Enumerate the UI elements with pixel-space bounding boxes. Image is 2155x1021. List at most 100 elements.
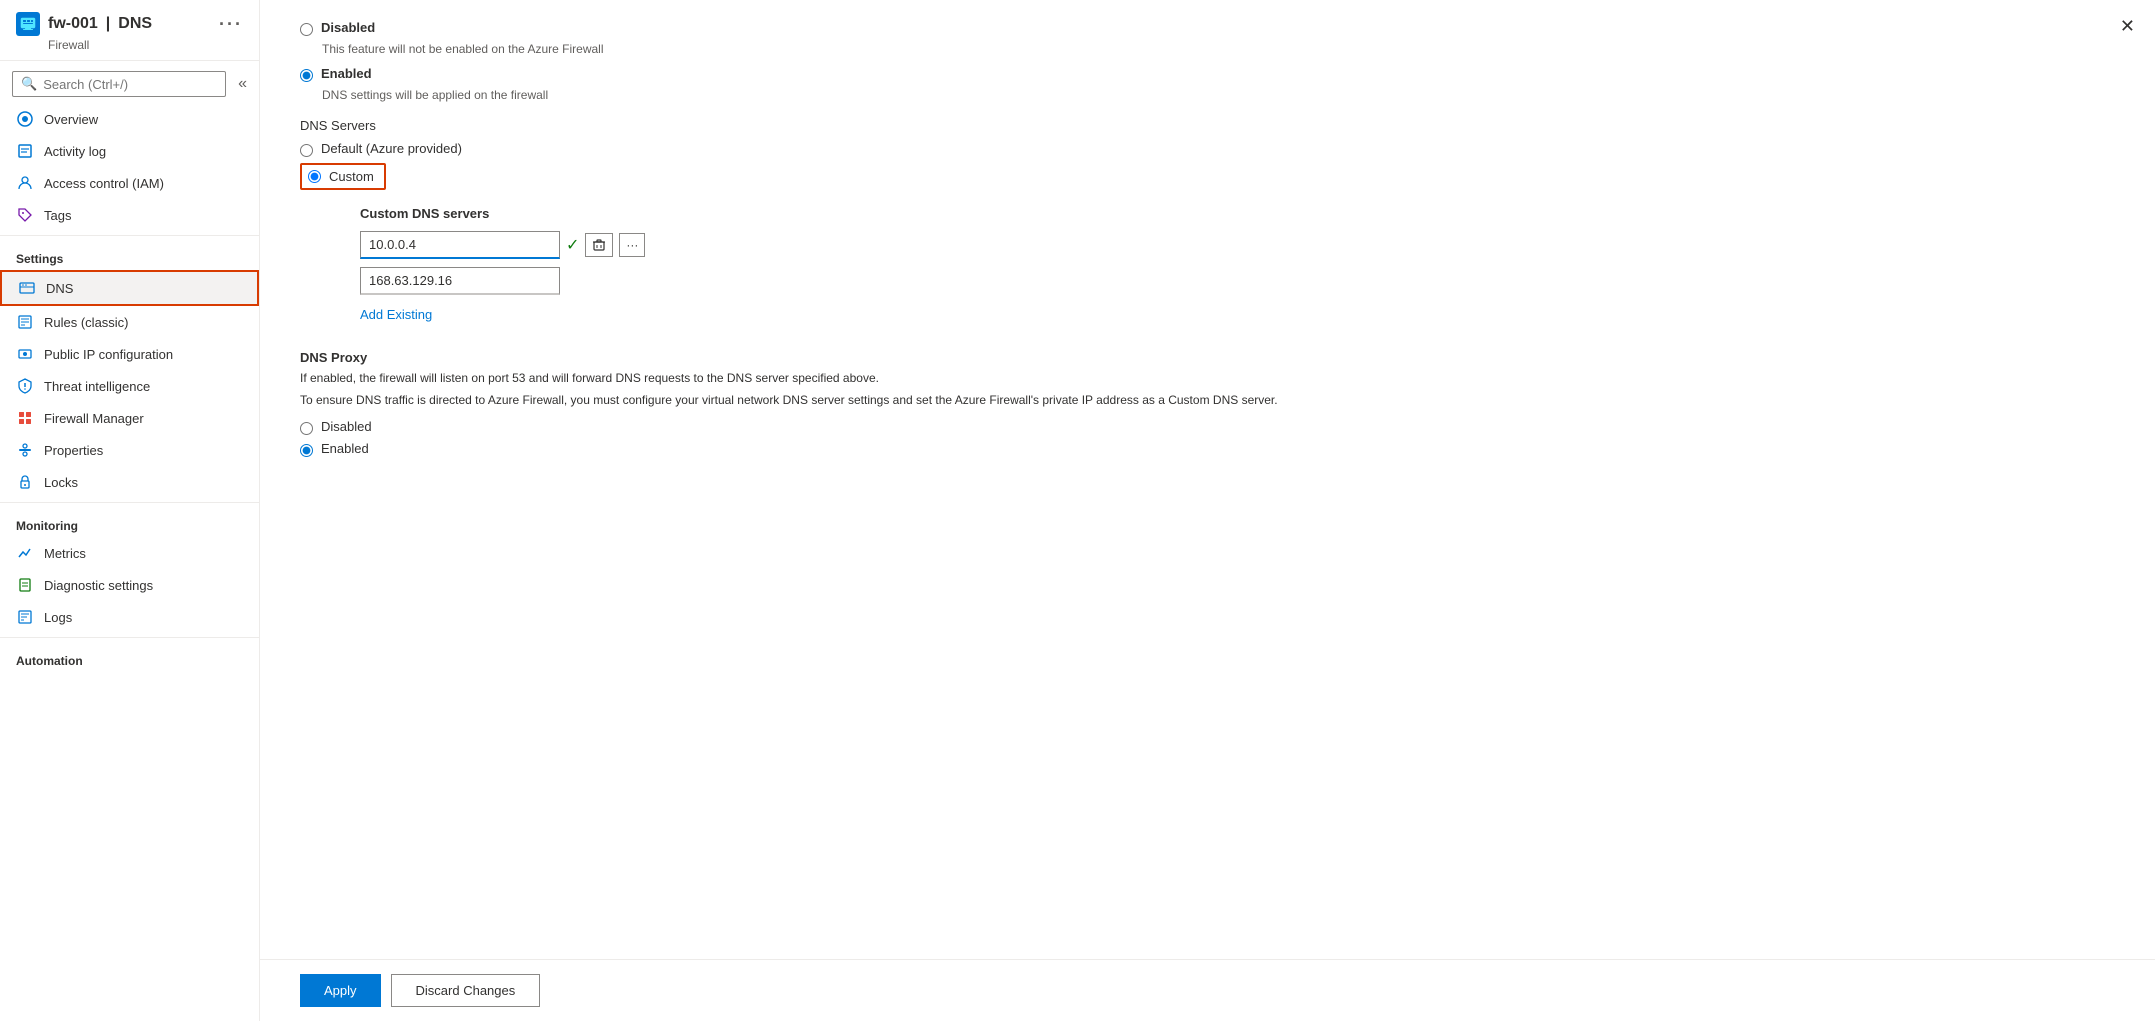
monitoring-section-label: Monitoring (0, 507, 259, 537)
apply-button[interactable]: Apply (300, 974, 381, 1007)
dns-custom-label[interactable]: Custom (329, 169, 374, 184)
more-options-icon[interactable]: ··· (219, 14, 243, 35)
proxy-disabled-label[interactable]: Disabled (321, 419, 372, 434)
fw-manager-icon (16, 409, 34, 427)
dns-default-radio[interactable] (300, 144, 313, 157)
dns-input-2[interactable] (360, 267, 560, 295)
dns-enabled-radio[interactable] (300, 69, 313, 82)
properties-icon (16, 441, 34, 459)
rules-icon (16, 313, 34, 331)
automation-section-label: Automation (0, 642, 259, 672)
dns-enabled-desc: DNS settings will be applied on the fire… (322, 88, 2115, 102)
locks-icon (16, 473, 34, 491)
proxy-disabled-radio[interactable] (300, 422, 313, 435)
nav-item-diagnostic-settings[interactable]: Diagnostic settings (0, 569, 259, 601)
custom-dns-section: Custom DNS servers ✓ ··· Add Existing (360, 206, 2115, 322)
nav-item-properties[interactable]: Properties (0, 434, 259, 466)
nav-label-properties: Properties (44, 443, 103, 458)
proxy-enabled-label[interactable]: Enabled (321, 441, 369, 456)
dns-disabled-label[interactable]: Disabled (321, 20, 375, 35)
nav-label-locks: Locks (44, 475, 78, 490)
nav-label-firewall-manager: Firewall Manager (44, 411, 144, 426)
dns-disabled-desc: This feature will not be enabled on the … (322, 42, 2115, 56)
nav-item-firewall-manager[interactable]: Firewall Manager (0, 402, 259, 434)
nav-label-diagnostic: Diagnostic settings (44, 578, 153, 593)
dns-proxy-section: DNS Proxy If enabled, the firewall will … (300, 350, 2115, 457)
settings-section-label: Settings (0, 240, 259, 270)
more-options-dns-1-button[interactable]: ··· (619, 233, 645, 257)
nav-label-public-ip: Public IP configuration (44, 347, 173, 362)
nav-item-logs[interactable]: Logs (0, 601, 259, 633)
nav-label-rules: Rules (classic) (44, 315, 129, 330)
nav-item-activity-log[interactable]: Activity log (0, 135, 259, 167)
nav-item-rules[interactable]: Rules (classic) (0, 306, 259, 338)
dns-enabled-label[interactable]: Enabled (321, 66, 372, 81)
resource-icon (16, 12, 40, 36)
dns-custom-radio[interactable] (308, 170, 321, 183)
add-existing-link[interactable]: Add Existing (360, 307, 432, 322)
resource-title: fw-001 | DNS ··· (16, 12, 243, 36)
custom-radio-highlighted: Custom (300, 163, 386, 190)
nav-item-dns[interactable]: DNS (0, 270, 259, 306)
search-box[interactable]: 🔍 (12, 71, 226, 97)
proxy-disabled-row: Disabled (300, 419, 2115, 435)
nav-item-locks[interactable]: Locks (0, 466, 259, 498)
metrics-icon (16, 544, 34, 562)
dns-servers-section: DNS Servers Default (Azure provided) Cus… (300, 118, 2115, 190)
disabled-radio-row: Disabled (300, 20, 2115, 36)
nav-label-threat-intelligence: Threat intelligence (44, 379, 150, 394)
tags-icon (16, 206, 34, 224)
nav-item-iam[interactable]: Access control (IAM) (0, 167, 259, 199)
nav-item-overview[interactable]: Overview (0, 103, 259, 135)
enabled-radio-row: Enabled (300, 66, 2115, 82)
nav-label-dns: DNS (46, 281, 73, 296)
logs-icon (16, 608, 34, 626)
dns-servers-label: DNS Servers (300, 118, 2115, 133)
nav-item-metrics[interactable]: Metrics (0, 537, 259, 569)
nav-label-logs: Logs (44, 610, 72, 625)
nav-label-iam: Access control (IAM) (44, 176, 164, 191)
dns-proxy-desc-1: If enabled, the firewall will listen on … (300, 369, 2115, 387)
proxy-enabled-row: Enabled (300, 441, 2115, 457)
dns-icon (18, 279, 36, 297)
discard-button[interactable]: Discard Changes (391, 974, 541, 1007)
main-panel: ✕ Disabled This feature will not be enab… (260, 0, 2155, 1021)
sidebar-header: fw-001 | DNS ··· Firewall (0, 0, 259, 61)
dns-proxy-desc-2: To ensure DNS traffic is directed to Azu… (300, 391, 2115, 409)
overview-icon (16, 110, 34, 128)
footer: Apply Discard Changes (260, 959, 2155, 1021)
threat-icon (16, 377, 34, 395)
nav-item-public-ip[interactable]: Public IP configuration (0, 338, 259, 370)
dns-input-1[interactable] (360, 231, 560, 259)
separator: | (106, 15, 110, 33)
nav-label-metrics: Metrics (44, 546, 86, 561)
dns-disabled-radio[interactable] (300, 23, 313, 36)
pip-icon (16, 345, 34, 363)
dns-entry-row-1: ✓ ··· (360, 231, 2115, 259)
delete-dns-1-button[interactable] (585, 233, 613, 257)
proxy-enabled-radio[interactable] (300, 444, 313, 457)
nav-label-overview: Overview (44, 112, 98, 127)
resource-subtitle: Firewall (16, 38, 243, 52)
custom-dns-title: Custom DNS servers (360, 206, 2115, 221)
activity-icon (16, 142, 34, 160)
nav-item-tags[interactable]: Tags (0, 199, 259, 231)
iam-icon (16, 174, 34, 192)
search-input[interactable] (43, 77, 217, 92)
settings-divider (0, 235, 259, 236)
nav-label-tags: Tags (44, 208, 71, 223)
diagnostic-icon (16, 576, 34, 594)
dns-enable-group: Disabled This feature will not be enable… (300, 20, 2115, 102)
check-icon-1: ✓ (566, 235, 579, 255)
sidebar-nav: Overview Activity log Access control (IA… (0, 103, 259, 1021)
dns-default-label[interactable]: Default (Azure provided) (321, 141, 462, 156)
default-radio-row: Default (Azure provided) (300, 141, 2115, 157)
monitoring-divider (0, 502, 259, 503)
sidebar: fw-001 | DNS ··· Firewall 🔍 « Overview A… (0, 0, 260, 1021)
close-button[interactable]: ✕ (2120, 16, 2135, 37)
nav-item-threat-intelligence[interactable]: Threat intelligence (0, 370, 259, 402)
collapse-sidebar-icon[interactable]: « (230, 75, 255, 93)
dns-entry-row-2 (360, 267, 2115, 295)
automation-divider (0, 637, 259, 638)
content-area: Disabled This feature will not be enable… (260, 0, 2155, 959)
